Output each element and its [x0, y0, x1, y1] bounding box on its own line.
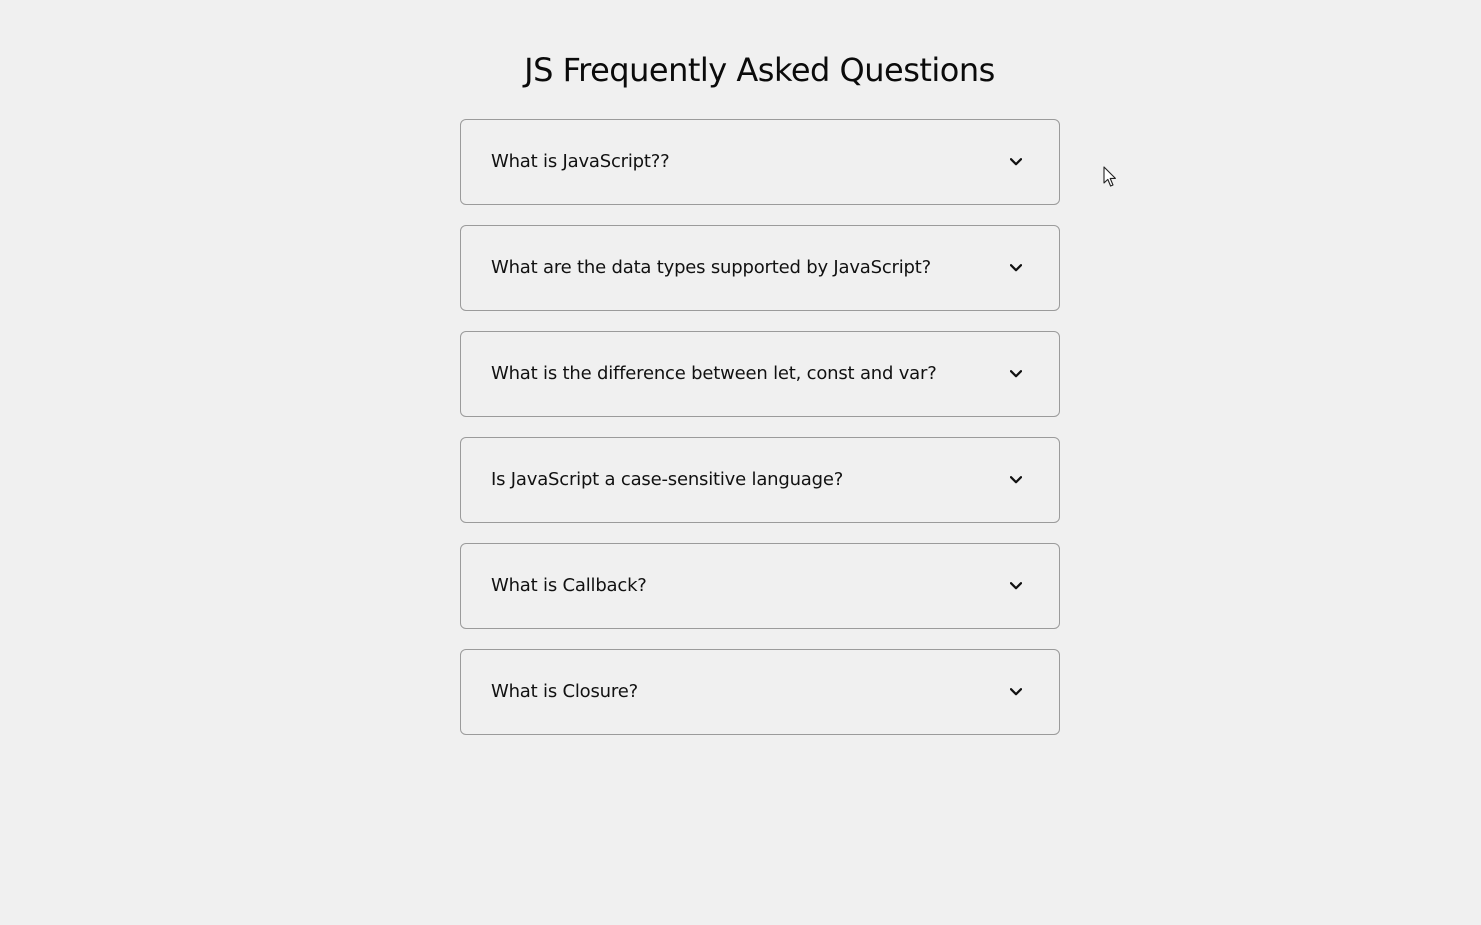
faq-question: What is Closure? — [491, 681, 638, 702]
faq-question: What is JavaScript?? — [491, 151, 670, 172]
chevron-down-icon[interactable] — [1010, 264, 1022, 272]
faq-item-let-const-var[interactable]: What is the difference between let, cons… — [460, 331, 1060, 417]
page-title: JS Frequently Asked Questions — [524, 51, 995, 89]
faq-item-data-types[interactable]: What are the data types supported by Jav… — [460, 225, 1060, 311]
faq-question: Is JavaScript a case-sensitive language? — [491, 469, 844, 490]
faq-item-closure[interactable]: What is Closure? — [460, 649, 1060, 735]
faq-question: What are the data types supported by Jav… — [491, 257, 931, 278]
faq-item-case-sensitive[interactable]: Is JavaScript a case-sensitive language? — [460, 437, 1060, 523]
faq-item-callback[interactable]: What is Callback? — [460, 543, 1060, 629]
chevron-down-icon[interactable] — [1010, 370, 1022, 378]
chevron-down-icon[interactable] — [1010, 582, 1022, 590]
chevron-down-icon[interactable] — [1010, 476, 1022, 484]
chevron-down-icon[interactable] — [1010, 158, 1022, 166]
faq-item-what-is-javascript[interactable]: What is JavaScript?? — [460, 119, 1060, 205]
faq-question: What is Callback? — [491, 575, 647, 596]
mouse-cursor-icon — [1103, 166, 1117, 188]
faq-question: What is the difference between let, cons… — [491, 363, 937, 384]
faq-list: What is JavaScript?? What are the data t… — [460, 119, 1060, 755]
chevron-down-icon[interactable] — [1010, 688, 1022, 696]
